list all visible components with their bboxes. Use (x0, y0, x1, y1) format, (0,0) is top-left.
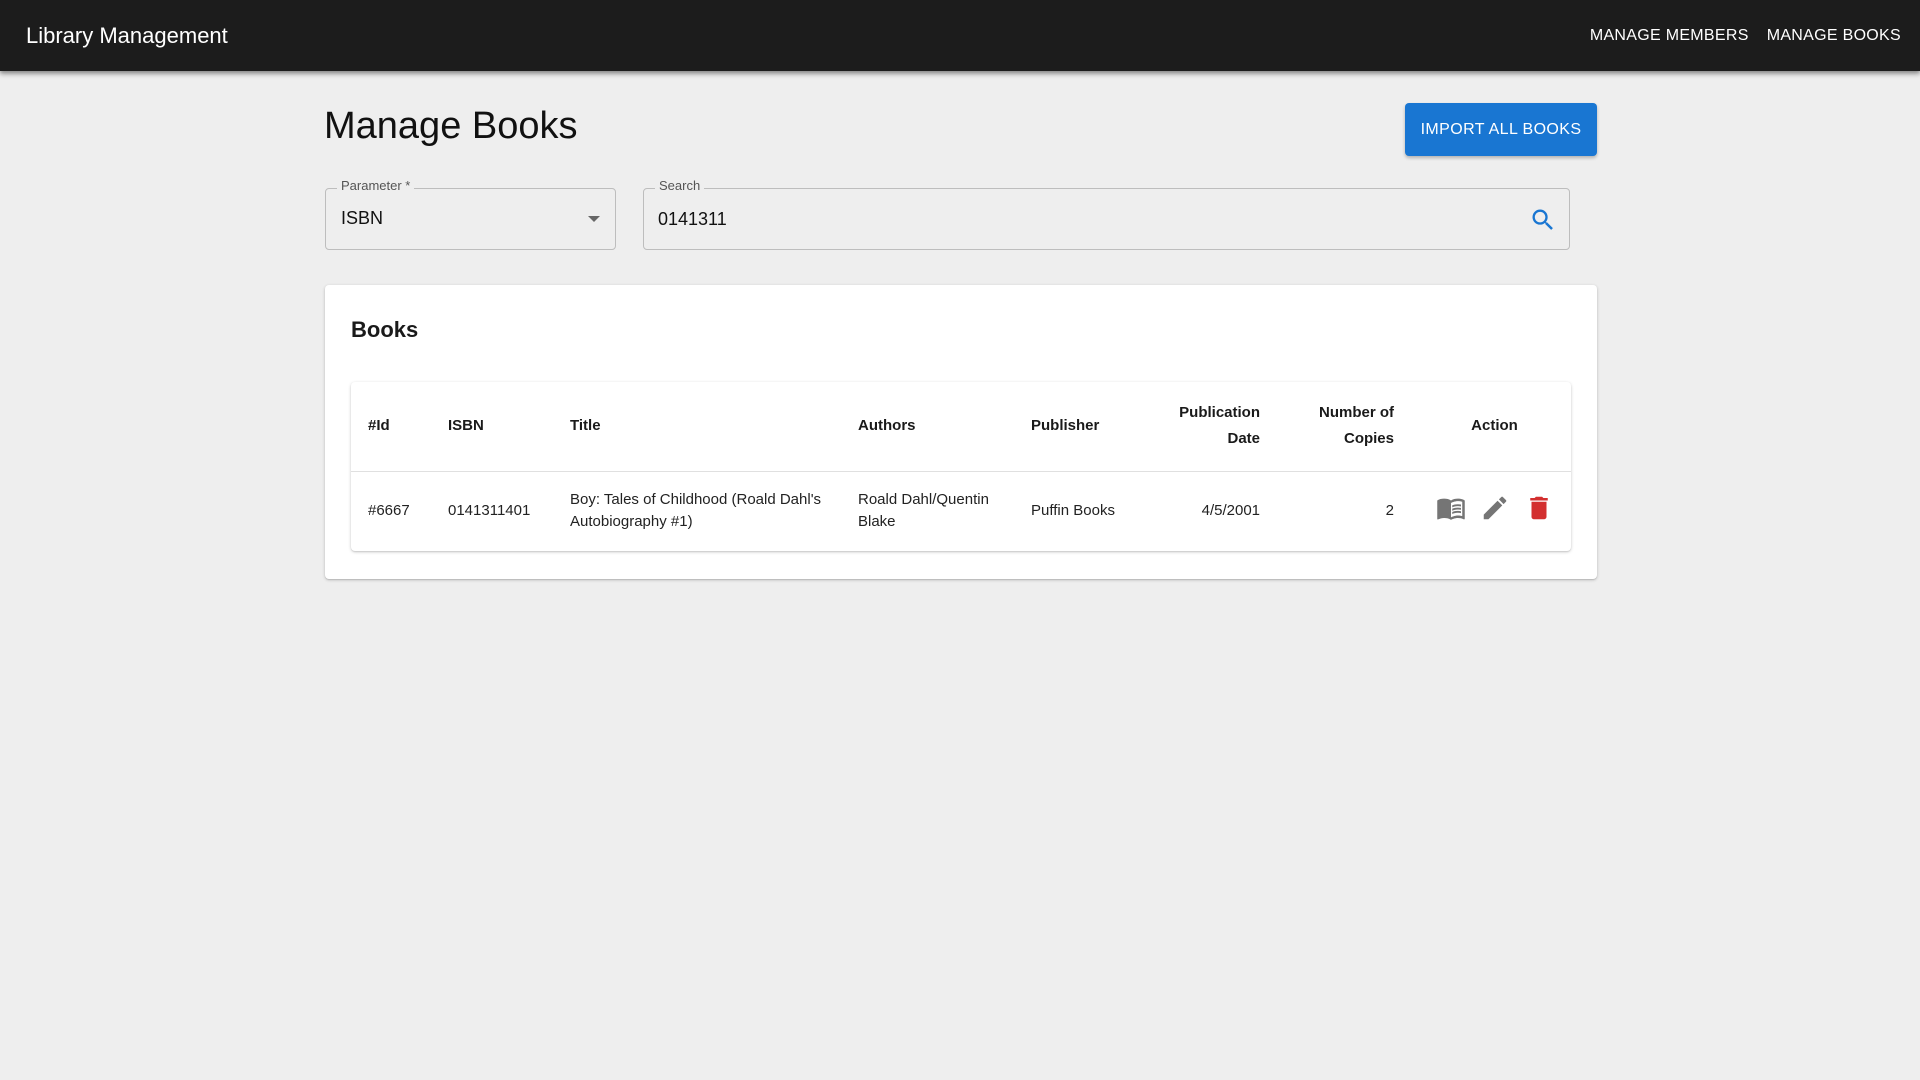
books-table: #Id ISBN Title Authors Publisher Publica… (351, 382, 1571, 551)
cell-copies: 2 (1385, 502, 1394, 520)
column-header-action: Action (1418, 382, 1571, 472)
column-header-publisher: Publisher (1014, 382, 1136, 472)
parameter-select[interactable]: Parameter * ISBN (325, 178, 616, 250)
arrow-drop-down-icon (588, 216, 600, 222)
cell-publication-date: 4/5/2001 (1201, 502, 1260, 520)
top-nav: MANAGE MEMBERS MANAGE BOOKS (1590, 23, 1901, 49)
cell-isbn: 0141311401 (448, 502, 531, 520)
cell-title: Boy: Tales of Childhood (Roald Dahl's Au… (570, 491, 822, 531)
column-header-isbn: ISBN (431, 382, 553, 472)
parameter-value: ISBN (341, 208, 384, 228)
books-card-title: Books (351, 317, 419, 342)
search-input[interactable] (658, 203, 1518, 235)
page-title: Manage Books (324, 105, 578, 147)
search-label: Search (655, 178, 705, 193)
delete-icon[interactable] (1524, 493, 1554, 523)
cell-publisher: Puffin Books (1031, 502, 1115, 520)
column-header-title: Title (553, 382, 841, 472)
edit-icon[interactable] (1480, 493, 1510, 523)
nav-manage-books[interactable]: MANAGE BOOKS (1767, 23, 1901, 49)
search-field: Search (643, 178, 1570, 250)
cell-authors: Roald Dahl/Quentin Blake (858, 491, 989, 531)
column-header-authors: Authors (841, 382, 1014, 472)
parameter-label: Parameter * (337, 178, 415, 193)
column-header-id: #Id (351, 382, 431, 472)
cell-actions (1418, 471, 1571, 551)
column-header-number-of-copies: Number of Copies (1284, 382, 1418, 472)
row-actions (1436, 493, 1554, 523)
menu-book-icon[interactable] (1436, 493, 1466, 523)
nav-manage-members[interactable]: MANAGE MEMBERS (1590, 23, 1749, 49)
table-header-row: #Id ISBN Title Authors Publisher Publica… (351, 382, 1571, 472)
table-row: #6667 0141311401 Boy: Tales of Childhood… (351, 471, 1571, 551)
import-all-books-button[interactable]: IMPORT ALL BOOKS (1405, 103, 1597, 156)
app-title: Library Management (26, 22, 228, 48)
column-header-publication-date: Publication Date (1136, 382, 1284, 472)
search-icon[interactable] (1529, 206, 1557, 234)
app-bar: Library Management MANAGE MEMBERS MANAGE… (0, 0, 1920, 71)
books-table-container: #Id ISBN Title Authors Publisher Publica… (351, 382, 1571, 551)
cell-id: #6667 (368, 502, 410, 520)
books-card: Books #Id ISBN Title Authors Publisher P… (325, 285, 1597, 579)
